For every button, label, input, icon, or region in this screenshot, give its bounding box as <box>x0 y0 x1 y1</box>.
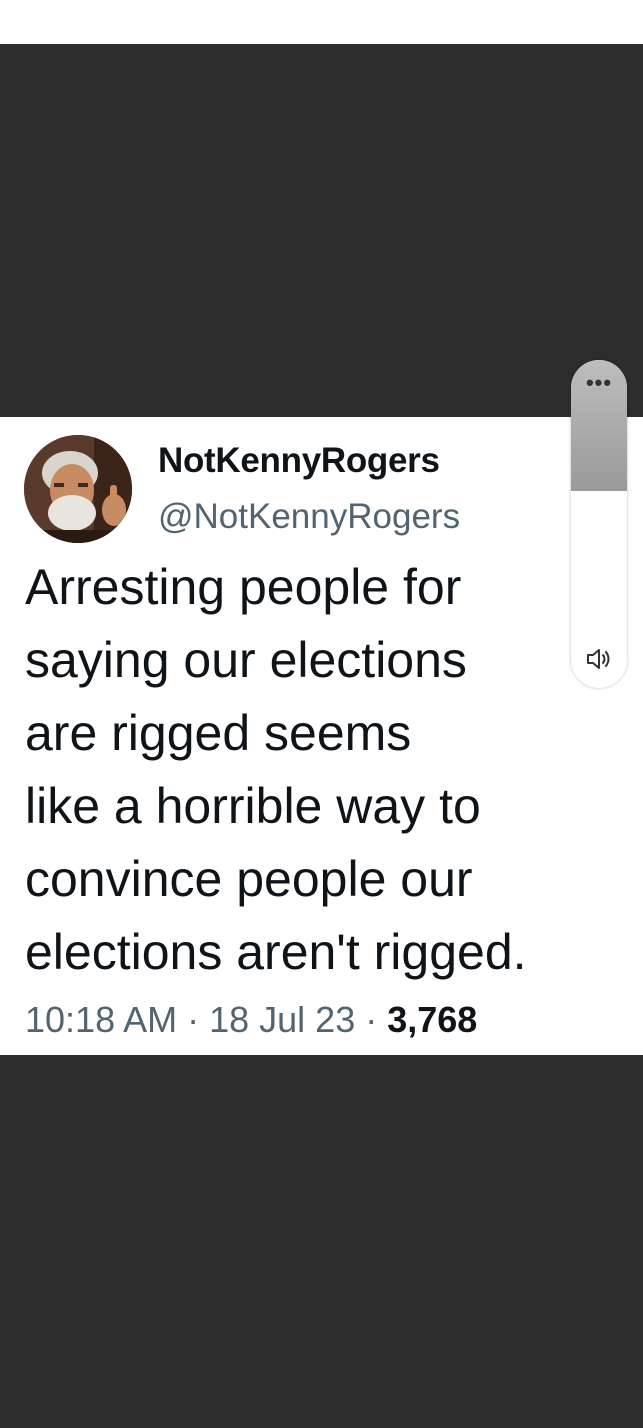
user-handle[interactable]: @NotKennyRogers <box>158 497 460 537</box>
meta-separator: · <box>177 999 210 1040</box>
tweet-card: NotKennyRogers @NotKennyRogers Arresting… <box>0 417 643 1055</box>
tweet-text-line: saying our elections <box>25 632 467 688</box>
bottom-letterbox <box>0 1055 643 1428</box>
more-options-icon[interactable]: ••• <box>571 370 627 396</box>
avatar-image <box>24 435 132 543</box>
volume-slider[interactable]: ••• <box>571 360 627 688</box>
tweet-date[interactable]: 18 Jul 23 <box>209 999 355 1040</box>
tweet-time[interactable]: 10:18 AM <box>25 999 177 1040</box>
speaker-icon[interactable] <box>584 644 614 674</box>
tweet-text-line: elections aren't rigged. <box>25 924 527 980</box>
tweet-text-line: like a horrible way to <box>25 778 481 834</box>
display-name[interactable]: NotKennyRogers <box>158 441 440 481</box>
top-letterbox <box>0 44 643 417</box>
tweet-meta: 10:18 AM · 18 Jul 23 · 3,768 <box>25 999 477 1041</box>
tweet-text-line: are rigged seems <box>25 705 412 761</box>
tweet-text-line: convince people our <box>25 851 473 907</box>
avatar[interactable] <box>24 435 132 543</box>
top-status-strip <box>0 0 643 44</box>
tweet-text-line: Arresting people for <box>25 559 462 615</box>
view-count[interactable]: 3,768 <box>387 999 477 1040</box>
meta-separator: · <box>355 999 388 1040</box>
tweet-text: Arresting people for saying our election… <box>25 551 625 989</box>
